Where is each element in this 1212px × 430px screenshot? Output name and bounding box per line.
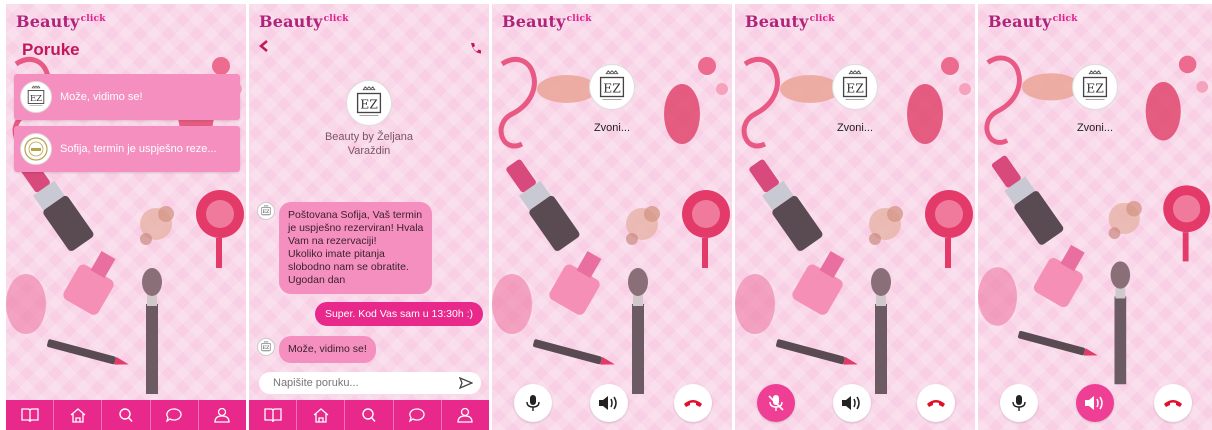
speaker-button[interactable] (1076, 384, 1114, 422)
profile-icon (214, 407, 231, 423)
ez-logo-icon (259, 204, 273, 218)
call-screen-muted: Beautyclick Zvoni... (735, 4, 975, 430)
app-logo: Beautyclick (502, 12, 592, 31)
search-icon (119, 408, 133, 422)
hang-up-button[interactable] (1154, 384, 1192, 422)
microphone-icon (526, 395, 540, 411)
speaker-icon (1085, 396, 1103, 410)
hang-up-button[interactable] (917, 384, 955, 422)
app-logo: Beautyclick (259, 12, 349, 31)
speaker-button[interactable] (833, 384, 871, 422)
ez-logo-icon (593, 68, 631, 106)
incoming-message: Poštovana Sofija, Vaš termin je uspješno… (279, 202, 433, 294)
call-screen-speaker: Beautyclick Zvoni... (978, 4, 1212, 430)
compose-bar (259, 372, 481, 394)
business-name: Beauty by Željana Varaždin (324, 131, 414, 157)
app-logo: Beautyclick (988, 12, 1078, 31)
app-logo: Beautyclick (16, 12, 106, 31)
incoming-message: Može, vidimo se! (279, 336, 376, 363)
hang-up-icon (684, 400, 702, 407)
book-icon (263, 408, 282, 423)
microphone-icon (1012, 395, 1026, 411)
chat-icon (166, 408, 182, 423)
salon-logo-icon (24, 137, 48, 161)
avatar (20, 81, 52, 113)
search-icon (362, 408, 376, 422)
nav-chat[interactable] (394, 400, 442, 430)
home-icon (70, 408, 86, 423)
avatar (20, 133, 52, 165)
microphone-muted-icon (768, 395, 784, 411)
hang-up-icon (927, 400, 945, 407)
nav-chat[interactable] (151, 400, 199, 430)
call-screen: Beautyclick Zvoni... (492, 4, 732, 430)
inbox-screen: Beautyclick Poruke Može, vidimo se! Sofi… (6, 4, 246, 430)
nav-book[interactable] (249, 400, 298, 430)
mic-button[interactable] (757, 384, 795, 422)
bottom-nav (6, 400, 246, 430)
call-status: Zvoni... (593, 122, 631, 134)
ez-logo-icon (836, 68, 874, 106)
nav-home[interactable] (297, 400, 346, 430)
book-icon (20, 408, 39, 423)
nav-home[interactable] (54, 400, 103, 430)
caller-avatar (832, 64, 878, 110)
caller-avatar (1072, 64, 1118, 110)
nav-book[interactable] (6, 400, 55, 430)
message-preview: Sofija, termin je uspješno reze... (60, 143, 217, 155)
mic-button[interactable] (1000, 384, 1038, 422)
ez-logo-icon (259, 340, 273, 354)
conversation-item[interactable]: Može, vidimo se! (14, 74, 240, 120)
sender-avatar (257, 202, 275, 220)
send-icon[interactable] (459, 377, 473, 389)
caller-avatar (589, 64, 635, 110)
sender-avatar (257, 338, 275, 356)
outgoing-message: Super. Kod Vas sam u 13:30h :) (314, 302, 483, 326)
nav-profile[interactable] (199, 400, 246, 430)
speaker-icon (842, 396, 860, 410)
app-logo: Beautyclick (745, 12, 835, 31)
chat-icon (409, 408, 425, 423)
message-input[interactable] (273, 377, 459, 389)
business-avatar (346, 80, 392, 126)
nav-search[interactable] (102, 400, 151, 430)
speaker-button[interactable] (590, 384, 628, 422)
profile-icon (457, 407, 474, 423)
ez-logo-icon (350, 84, 388, 122)
ez-logo-icon (1076, 68, 1114, 106)
speaker-icon (599, 396, 617, 410)
call-status: Zvoni... (836, 122, 874, 134)
hang-up-icon (1164, 400, 1182, 407)
message-preview: Može, vidimo se! (60, 91, 143, 103)
background-art (6, 4, 246, 430)
nav-profile[interactable] (442, 400, 489, 430)
home-icon (313, 408, 329, 423)
phone-icon[interactable] (469, 42, 481, 54)
ez-logo-icon (23, 84, 49, 110)
nav-search[interactable] (345, 400, 394, 430)
call-status: Zvoni... (1076, 122, 1114, 134)
hang-up-button[interactable] (674, 384, 712, 422)
back-chevron-icon[interactable] (259, 40, 269, 52)
page-title: Poruke (22, 40, 80, 59)
bottom-nav (249, 400, 489, 430)
chat-screen: Beautyclick Beauty by Željana Varaždin P… (249, 4, 489, 430)
mic-button[interactable] (514, 384, 552, 422)
conversation-item[interactable]: Sofija, termin je uspješno reze... (14, 126, 240, 172)
